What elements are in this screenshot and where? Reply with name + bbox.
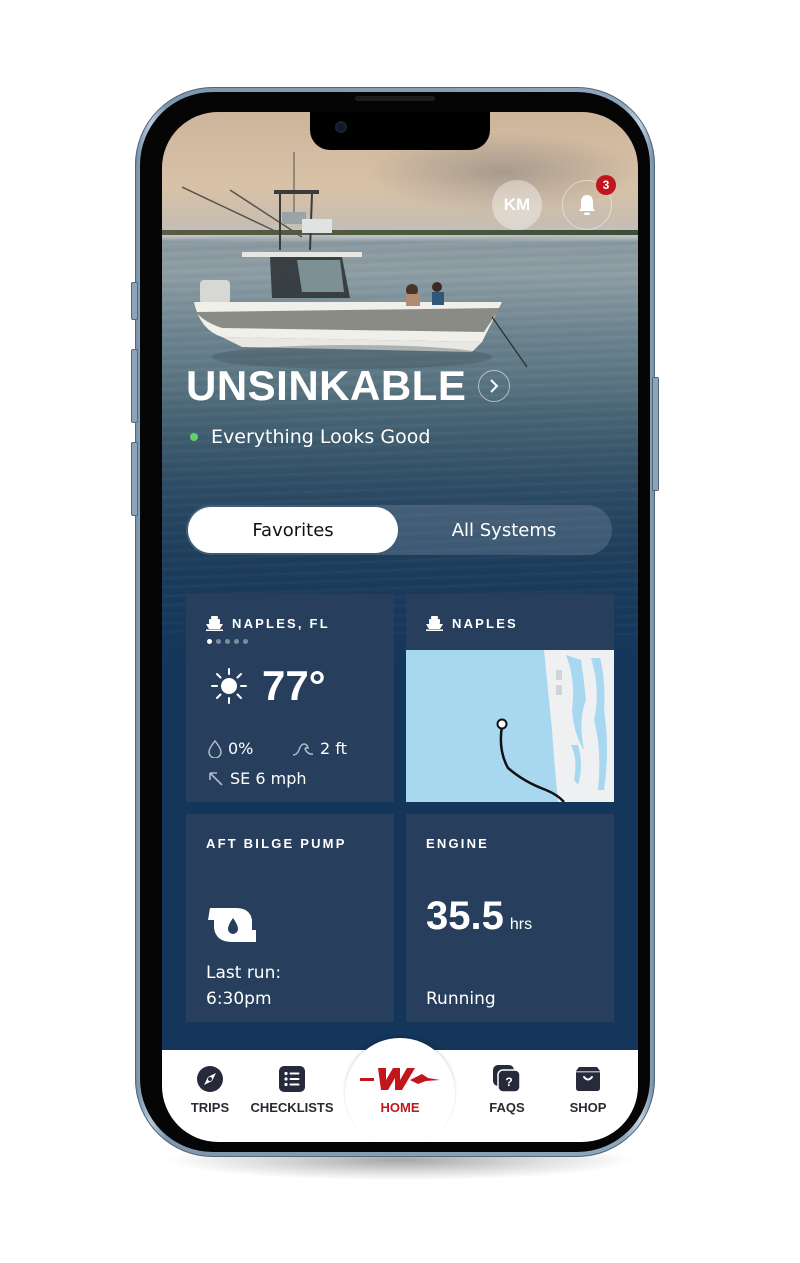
boat-status-text: Everything Looks Good [211,426,431,448]
map-location: NAPLES [452,616,518,631]
brand-logo-icon [360,1068,440,1090]
engine-hours: 35.5 [426,894,504,938]
wave-icon [292,742,314,756]
svg-text:?: ? [505,1075,512,1089]
bilge-card-title: AFT BILGE PUMP [206,836,347,851]
avatar-initials: KM [503,195,531,214]
notification-badge: 3 [596,175,616,195]
tab-checklists-label: CHECKLISTS [250,1100,334,1115]
power-button [652,377,659,491]
tab-home[interactable]: HOME [355,1050,445,1130]
tab-trips-label: TRIPS [190,1100,230,1115]
view-segmented-control: Favorites All Systems [186,505,612,555]
engine-status: Running [426,989,496,1009]
pager-dot[interactable] [234,639,239,644]
bilge-pump-icon [208,908,256,942]
engine-card-title: ENGINE [426,836,490,851]
tab-all-systems[interactable]: All Systems [398,507,610,553]
bilge-pump-card[interactable]: AFT BILGE PUMP Last run: 6:30pm [186,814,394,1022]
pager-dot[interactable] [207,639,212,644]
tab-shop-label: SHOP [569,1100,607,1115]
weather-card[interactable]: NAPLES, FL 77° 0% 2 ft SE 6 mph [186,594,394,802]
weather-pager[interactable] [207,639,248,644]
phone-bezel: KM 3 UNSINKABLE Everything Looks Good Fa… [140,92,650,1152]
notch [310,112,490,150]
map-card[interactable]: NAPLES [406,594,614,802]
tab-checklists[interactable]: CHECKLISTS [247,1050,337,1130]
user-avatar-button[interactable]: KM [492,180,542,230]
faq-icon: ? [493,1065,521,1093]
front-camera [335,121,347,133]
weather-location: NAPLES, FL [232,616,330,631]
wind: SE 6 mph [208,769,307,788]
boat-status: Everything Looks Good [190,426,430,448]
precipitation: 0% [208,739,253,758]
boat-photo [182,152,528,369]
boat-title-row[interactable]: UNSINKABLE [186,362,511,410]
sun-icon [211,668,247,704]
precipitation-value: 0% [228,739,254,758]
app-screen: KM 3 UNSINKABLE Everything Looks Good Fa… [162,112,638,1142]
tab-favorites[interactable]: Favorites [188,507,398,553]
compass-icon [197,1066,223,1092]
wind-direction-arrow-icon [209,771,223,786]
tab-faqs-label: FAQS [489,1100,525,1115]
checklist-icon [279,1066,305,1092]
weather-card-header: NAPLES, FL [206,616,330,631]
earpiece-speaker [355,96,435,101]
status-ok-dot-icon [190,433,198,441]
tab-trips[interactable]: TRIPS [165,1050,255,1130]
boat-name[interactable]: UNSINKABLE [186,362,466,410]
chevron-right-icon[interactable] [478,370,511,402]
shop-bag-icon [576,1067,600,1091]
trip-map[interactable] [406,650,614,802]
last-run-time: 6:30pm [206,989,272,1009]
engine-card[interactable]: ENGINE 35.5 hrs Running [406,814,614,1022]
map-card-header: NAPLES [426,616,518,631]
map-graphic [496,650,614,802]
raindrop-icon [208,739,222,758]
volume-down-button [131,442,138,516]
volume-up-button [131,349,138,423]
bottom-tab-bar: TRIPS CHECKLISTS HOME ? FAQS SHOP [162,1038,638,1142]
pager-dot[interactable] [243,639,248,644]
boat-icon [206,616,223,631]
bell-icon [579,195,595,215]
wave-height: 2 ft [292,739,347,758]
wave-height-value: 2 ft [320,739,347,758]
boat-icon [426,616,443,631]
tab-shop[interactable]: SHOP [543,1050,633,1130]
last-run-label: Last run: [206,963,282,983]
engine-hours-row: 35.5 hrs [426,894,532,939]
bilge-last-run: Last run: 6:30pm [206,960,281,1012]
tab-faqs[interactable]: ? FAQS [462,1050,552,1130]
temperature: 77° [262,662,326,709]
phone-frame: KM 3 UNSINKABLE Everything Looks Good Fa… [131,87,659,1157]
mute-switch [131,282,138,320]
pager-dot[interactable] [225,639,230,644]
tab-home-label: HOME [380,1100,420,1115]
engine-hours-unit: hrs [509,916,533,933]
pager-dot[interactable] [216,639,221,644]
wind-value: SE 6 mph [230,769,307,788]
temperature-row: 77° [210,662,326,710]
